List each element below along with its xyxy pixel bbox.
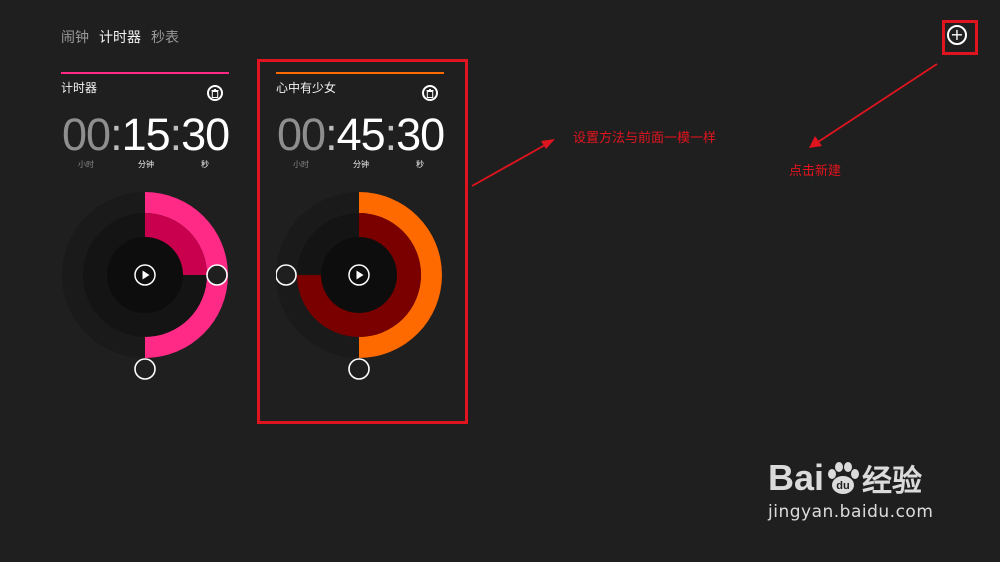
watermark-url: jingyan.baidu.com: [768, 502, 934, 522]
logo-text-left: Bai: [768, 457, 825, 498]
annotation-same-setup: 设置方法与前面一模一样: [573, 131, 717, 146]
logo-text-right: 经验: [862, 465, 923, 498]
baidu-logo: Bai du 经验: [768, 456, 933, 500]
annotation-click-new: 点击新建: [789, 164, 842, 179]
paw-icon: du: [828, 462, 860, 494]
baidu-watermark: Bai du 经验 jingyan.baidu.com: [768, 456, 933, 522]
logo-text-mid: du: [836, 480, 849, 492]
